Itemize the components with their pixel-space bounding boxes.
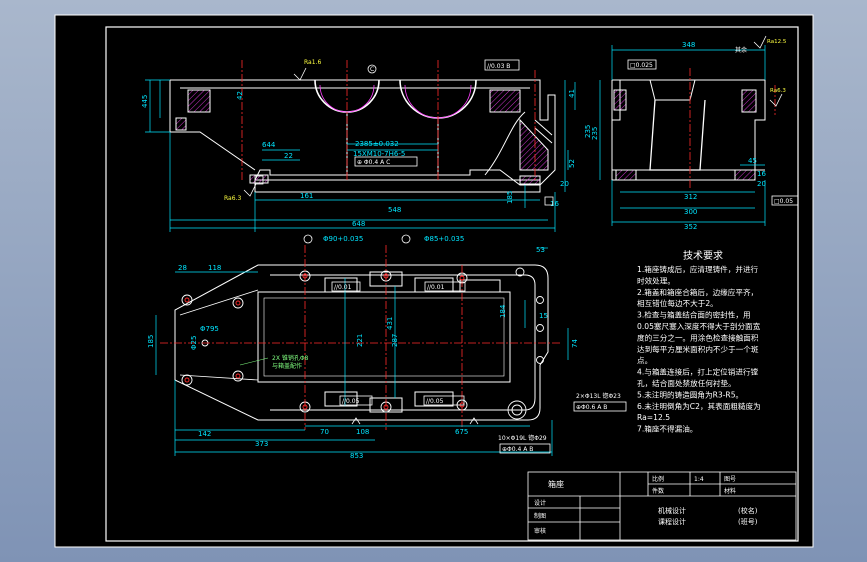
label-datum-bottom: Ra6.3 [224,195,241,202]
dim-side-foot: 352 [684,223,697,231]
dim-front-flange-height: 445 [141,95,149,108]
dim-side-overall: 348 [682,41,695,49]
dim-front-foot-offset: 16 [550,200,559,208]
title-material-label: 材料 [724,487,736,495]
dim-front-feet: 185 [506,191,514,204]
label-side-roughness: Ra12.5 [767,39,787,45]
dim-plan-right-depth: 74 [571,339,579,348]
requirement-line: 时效处理。 [637,275,675,285]
dim-front-top-thickness: 41 [568,89,576,98]
drawing-background [54,14,814,548]
dim-side-height-right: 45 [748,157,757,165]
title-scale-label: 比例 [652,475,664,483]
title-drawn-label: 制图 [534,512,546,520]
dim-side-height-left: 235 [591,127,599,140]
requirement-line: 达到每平方厘米面积内不少于一个斑 [637,344,759,354]
dim-plan-depth-b: 221 [356,334,364,347]
dim-front-pocket: 22 [284,152,293,160]
label-plan-hole-pattern: 2×Φ13L 锪Φ23 [576,392,621,400]
dim-plan-left-seg: 142 [198,430,211,438]
drawing-sheet: 648 548 161 2385±0.032 15XM10-7H6-5 644 … [54,14,814,548]
requirement-line: 2.箱盖和箱座合箱后，边缘应平齐， [637,287,758,297]
requirement-line: 度的三分之一。用涂色检查接触面积 [637,332,759,342]
dim-front-left: 42 [236,91,244,100]
dim-plan-left-edge: 28 [178,264,187,272]
dim-plan-corner: 53 [536,246,545,254]
requirement-line: 相互错位每边不大于2。 [637,298,718,308]
requirements-title: 技术要求 [683,249,723,262]
dim-front-left-offset: 161 [300,192,313,200]
dim-front-inner: 548 [388,206,401,214]
requirement-line: 4.与箱盖连接后，打上定位销进行镗 [637,367,759,377]
requirement-line: Ra=12.5 [637,413,670,422]
requirement-line: 孔，结合面处禁放任何衬垫。 [637,378,736,388]
dim-front-base: 20 [560,180,569,188]
dim-plan-depth-c: 287 [391,334,399,347]
dim-plan-bore-right: Φ85+0.035 [424,235,464,243]
requirement-line: 1.箱座铸成后，应清理铸件，并进行 [637,264,759,274]
title-qty-label: 件数 [652,487,664,495]
requirement-line: 点。 [637,356,652,365]
dim-side-base: 300 [684,208,697,216]
dim-plan-depth-d: 184 [499,304,507,318]
title-course-2: 课程设计 [658,517,686,526]
label-plan-tol-1: //0.01 [334,284,352,291]
dim-plan-bore-left: Φ90+0.035 [323,235,363,243]
dim-front-left-wall: 644 [262,141,276,149]
label-side-bottom-flat: □0.05 [774,198,793,205]
dim-front-right-height: 52 [568,159,576,168]
label-plan-thread-note: 10×Φ19L 锪Φ29 [498,434,547,442]
dim-side-bottom-height: 20 [757,180,766,188]
requirement-line: 0.05塞尺塞入深度不得大于剖分面宽 [637,321,761,331]
requirement-line: 3.检查与箱盖结合面的密封性，用 [637,310,751,320]
label-side-mating: 其余 [735,46,747,54]
dim-side-inner-height: 16 [757,170,766,178]
dim-plan-left-depth: 185 [147,335,155,348]
requirement-line: 6.未注明倒角为C2，其表面粗糙度为 [637,401,761,411]
title-part-name: 箱座 [548,479,564,489]
cad-viewport[interactable]: 648 548 161 2385±0.032 15XM10-7H6-5 644 … [0,0,867,562]
dim-plan-hole-span: 70 [320,428,329,436]
title-course-1: 机械设计 [658,506,686,515]
label-plan-hole-tol: ⊕Φ0.6 A B [576,404,607,411]
requirements-lines: 1.箱座铸成后，应清理铸件，并进行时效处理。 2.箱盖和箱座合箱后，边缘应平齐，相… [637,264,761,434]
dim-front-bearing-span: 2385±0.032 [355,140,399,148]
title-drawing-no-label: 图号 [724,476,736,483]
dim-plan-note-b: Φ25 [190,336,198,350]
label-plan-tol-4: //0.05 [426,398,444,405]
dim-plan-depth-a: 431 [386,317,394,330]
title-scale-value: 1:4 [694,476,704,483]
dim-plan-right-seg: 675 [455,428,468,436]
title-designer-label: 设计 [534,499,546,507]
title-class-no: (班号) [738,517,758,526]
label-front-flatness: //0.03 B [487,63,510,70]
label-plan-tol-3: //0.05 [342,398,360,405]
dim-plan-overall: 853 [350,452,363,460]
dim-plan-hole-span-2: 108 [356,428,369,436]
label-side-roughness-right: Ra6.3 [770,88,786,94]
dim-plan-short: 15 [539,312,548,320]
label-plan-thread-tol: ⊕Φ0.4 A B [502,446,533,453]
dim-plan-left-span: 118 [208,264,221,272]
title-school: (校名) [738,506,758,515]
dim-plan-note-a: Φ795 [200,325,219,333]
dim-front-overall: 648 [352,220,365,228]
requirement-line: 7.箱座不得漏油。 [637,424,697,434]
dim-side-mid: 312 [684,193,697,201]
requirement-line: 5.未注明的铸造圆角为R3-R5。 [637,389,743,399]
dim-plan-mid: 373 [255,440,268,448]
label-front-position: ⊕ Φ0.4 A C [357,159,390,166]
title-checker-label: 审核 [534,527,546,535]
label-circle-tag: C [370,66,374,73]
label-plan-tol-2: //0.01 [427,284,445,291]
label-datum-top: Ra1.6 [304,59,321,66]
label-side-flatness: □0.025 [630,62,653,69]
